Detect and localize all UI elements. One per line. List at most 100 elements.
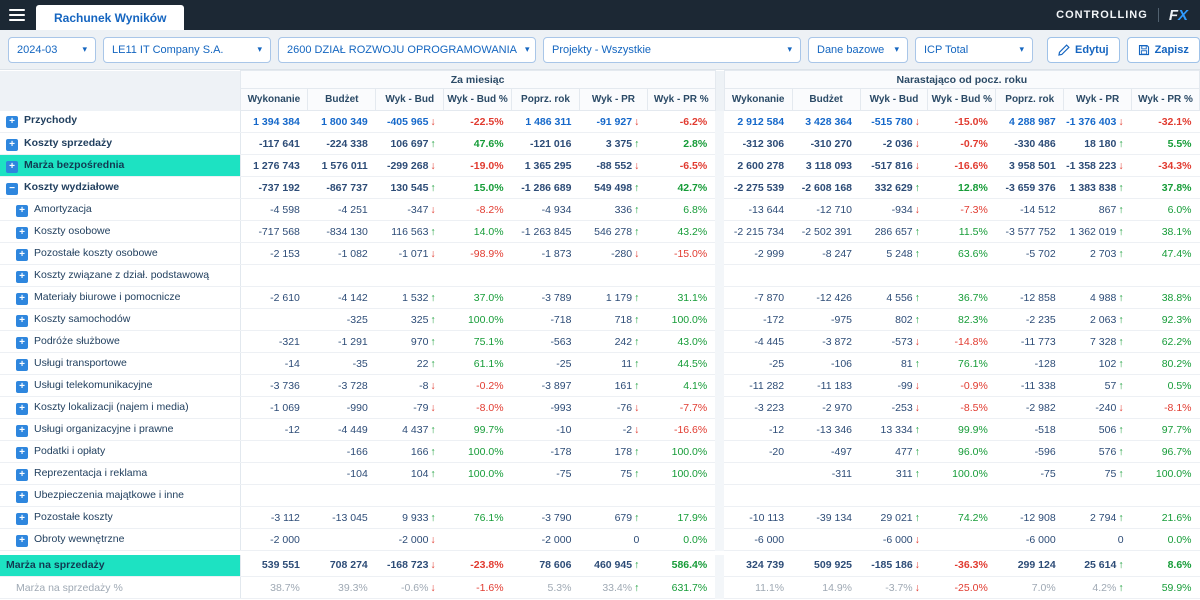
row-label-cell[interactable]: + Podróże służbowe: [0, 330, 241, 353]
value-cell: -2 000: [511, 528, 580, 551]
row-label-cell[interactable]: + Koszty lokalizacji (najem i media): [0, 396, 241, 419]
value-cell: -121 016: [511, 132, 580, 155]
value-cell: -867 737: [307, 176, 376, 199]
expand-icon[interactable]: +: [16, 292, 28, 305]
value-cell: 336 ↑: [579, 198, 648, 221]
value-cell: 2 794 ↑: [1063, 506, 1132, 529]
row-label-cell[interactable]: + Usługi transportowe: [0, 352, 241, 375]
group-gap-cell: [715, 286, 725, 309]
row-label-cell[interactable]: + Przychody: [0, 110, 241, 133]
value-cell: [1131, 484, 1200, 507]
filter-company[interactable]: LE11 IT Company S.A. ▾: [103, 36, 271, 63]
value-cell: [579, 484, 648, 507]
value-cell: -4 449: [307, 418, 376, 441]
value-cell: 549 498 ↑: [579, 176, 648, 199]
row-label-cell[interactable]: + Marża bezpośrednia: [0, 154, 241, 177]
expand-icon[interactable]: +: [16, 380, 28, 393]
value-cell: -4 142: [307, 286, 376, 309]
filter-projects[interactable]: Projekty - Wszystkie ▾: [543, 36, 801, 63]
up-arrow-icon: ↑: [430, 357, 436, 370]
row-label-cell[interactable]: Marża na sprzedaży: [0, 554, 241, 577]
value-cell: -14: [240, 352, 308, 375]
row-label-cell[interactable]: + Pozostałe koszty: [0, 506, 241, 529]
value-cell: 679 ↑: [579, 506, 648, 529]
row-label-cell[interactable]: + Obroty wewnętrzne: [0, 528, 241, 551]
value-cell: -311: [792, 462, 861, 485]
value-cell: 546 278 ↑: [579, 220, 648, 243]
expand-icon[interactable]: +: [6, 160, 18, 173]
value-cell: 76.1%: [927, 352, 996, 375]
value-cell: 4 988 ↑: [1063, 286, 1132, 309]
up-arrow-icon: ↑: [634, 181, 640, 194]
value-cell: -16.6%: [647, 418, 716, 441]
table-row: + Pozostałe koszty osobowe -2 153 -1 082 -1 …: [0, 242, 1200, 265]
value-cell: [1131, 264, 1200, 287]
value-cell: 11 ↑: [579, 352, 648, 375]
group-gap-cell: [715, 484, 725, 507]
tab-rachunek-wynikow[interactable]: Rachunek Wyników: [36, 5, 185, 30]
expand-icon[interactable]: +: [16, 424, 28, 437]
value-cell: -12: [724, 418, 793, 441]
edit-button[interactable]: Edytuj: [1047, 36, 1120, 63]
row-label-cell[interactable]: + Amortyzacja: [0, 198, 241, 221]
save-button[interactable]: Zapisz: [1126, 36, 1200, 63]
up-arrow-icon: ↑: [914, 313, 920, 326]
expand-icon[interactable]: +: [16, 446, 28, 459]
expand-icon[interactable]: +: [16, 204, 28, 217]
expand-icon[interactable]: +: [16, 468, 28, 481]
expand-icon[interactable]: +: [16, 270, 28, 283]
value-cell: -8.5%: [927, 396, 996, 419]
expand-icon[interactable]: +: [16, 314, 28, 327]
value-cell: -76 ↓: [579, 396, 648, 419]
expand-icon[interactable]: +: [6, 138, 18, 151]
row-label-cell[interactable]: + Koszty osobowe: [0, 220, 241, 243]
filter-department[interactable]: 2600 DZIAŁ ROZWOJU OPROGRAMOWANIA ▾: [278, 36, 536, 63]
filter-icp[interactable]: ICP Total ▾: [915, 36, 1033, 63]
value-cell: 286 657 ↑: [860, 220, 928, 243]
up-arrow-icon: ↑: [430, 423, 436, 436]
group-gap-cell: [715, 110, 725, 133]
row-label-cell[interactable]: − Koszty wydziałowe: [0, 176, 241, 199]
expand-icon[interactable]: +: [16, 358, 28, 371]
filter-value: 2600 DZIAŁ ROZWOJU OPROGRAMOWANIA: [287, 43, 518, 56]
group-gap-cell: [715, 528, 725, 551]
value-cell: 718 ↑: [579, 308, 648, 331]
row-label-cell[interactable]: + Ubezpieczenia majątkowe i inne: [0, 484, 241, 507]
expand-icon[interactable]: +: [6, 116, 18, 129]
collapse-icon[interactable]: −: [6, 182, 18, 195]
value-cell: -178: [511, 440, 580, 463]
table-row: Marża na sprzedaży 539 551 708 274 -168 723…: [0, 554, 1200, 577]
filter-period[interactable]: 2024-03 ▾: [8, 36, 96, 63]
row-label-cell[interactable]: + Koszty związane z dział. podstawową: [0, 264, 241, 287]
value-cell: 802 ↑: [860, 308, 928, 331]
row-label-cell[interactable]: + Reprezentacja i reklama: [0, 462, 241, 485]
row-label-cell[interactable]: + Koszty sprzedaży: [0, 132, 241, 155]
row-label-cell[interactable]: + Koszty samochodów: [0, 308, 241, 331]
expand-icon[interactable]: +: [16, 226, 28, 239]
row-label-cell[interactable]: Marża na sprzedaży %: [0, 576, 241, 599]
group-gap-cell: [715, 440, 725, 463]
value-cell: [375, 264, 444, 287]
value-cell: -280 ↓: [579, 242, 648, 265]
value-cell: 78 606: [511, 554, 580, 577]
expand-icon[interactable]: +: [16, 402, 28, 415]
row-label-cell[interactable]: + Materiały biurowe i pomocnicze: [0, 286, 241, 309]
brand-text: CONTROLLING: [1056, 9, 1148, 21]
group-gap-cell: [715, 554, 725, 577]
hamburger-icon[interactable]: [0, 0, 34, 30]
value-cell: [307, 264, 376, 287]
value-cell: -1 263 845: [511, 220, 580, 243]
expand-icon[interactable]: +: [16, 490, 28, 503]
expand-icon[interactable]: +: [16, 534, 28, 547]
row-label-cell[interactable]: + Pozostałe koszty osobowe: [0, 242, 241, 265]
filter-dataset[interactable]: Dane bazowe ▾: [808, 36, 908, 63]
down-arrow-icon: ↓: [430, 159, 436, 172]
table-row: + Przychody 1 394 384 1 800 349 -405 965 ↓ -22…: [0, 110, 1200, 133]
expand-icon[interactable]: +: [16, 512, 28, 525]
column-header: Wyk - PR: [578, 88, 648, 111]
row-label-cell[interactable]: + Usługi telekomunikacyjne: [0, 374, 241, 397]
row-label-cell[interactable]: + Usługi organizacyjne i prawne: [0, 418, 241, 441]
expand-icon[interactable]: +: [16, 248, 28, 261]
expand-icon[interactable]: +: [16, 336, 28, 349]
row-label-cell[interactable]: + Podatki i opłaty: [0, 440, 241, 463]
